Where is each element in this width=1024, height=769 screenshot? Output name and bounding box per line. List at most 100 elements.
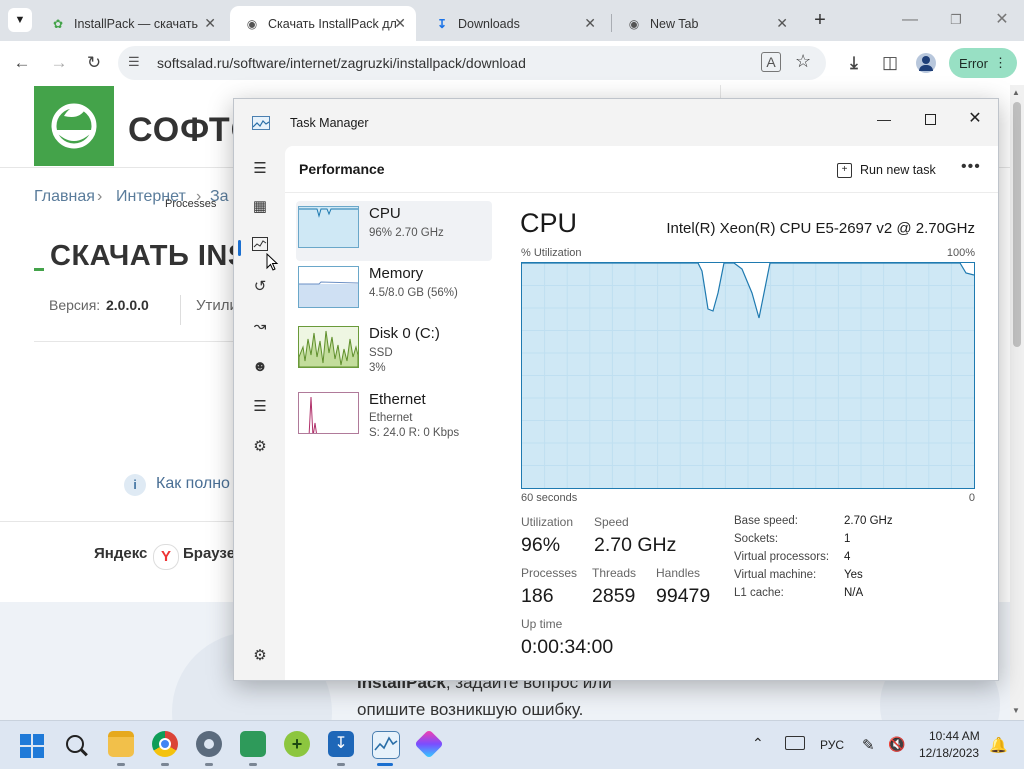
tab-title: Downloads [458, 16, 520, 31]
tm-maximize-button[interactable] [916, 105, 944, 133]
colorful-app-icon[interactable] [414, 729, 444, 759]
clock-date[interactable]: 12/18/2023 [919, 746, 979, 760]
window-title: Task Manager [290, 116, 369, 130]
settings-gear-icon[interactable]: ⚙ [250, 646, 270, 666]
sidebar-item-detail: 96% 2.70 GHz [369, 227, 444, 239]
run-new-task-label: Run new task [860, 163, 936, 177]
tab-close-icon[interactable]: ✕ [776, 15, 788, 32]
mouse-cursor-icon [266, 252, 280, 278]
search-icon[interactable] [64, 733, 90, 759]
uptime-label: Up time [521, 617, 563, 631]
app-active-indicator [377, 763, 393, 766]
network-disconnected-icon[interactable] [785, 736, 805, 750]
run-new-task-button[interactable]: + Run new task [837, 158, 936, 182]
cpu-graph-svg [522, 262, 975, 488]
l1-cache-label: L1 cache: [734, 587, 784, 599]
chrome-icon: ◉ [628, 16, 640, 31]
processes-icon[interactable]: ▦ [250, 197, 270, 217]
tm-close-button[interactable]: ✕ [961, 105, 989, 133]
users-icon[interactable]: ☻ [250, 357, 270, 377]
sidebar-item-ethernet[interactable]: Ethernet Ethernet S: 24.0 R: 0 Kbps [296, 387, 492, 447]
hamburger-menu-icon[interactable]: ☰ [250, 159, 270, 179]
show-hidden-icons-chevron-icon[interactable]: ⌃ [752, 735, 764, 752]
new-tab-button[interactable]: + [808, 8, 832, 32]
app-history-icon[interactable]: ↺ [250, 277, 270, 297]
handles-label: Handles [656, 566, 701, 580]
graph-zero-label: 0 [968, 492, 975, 504]
task-manager-taskbar-icon[interactable] [372, 731, 400, 759]
tab-installpack[interactable]: ✿ InstallPack — скачать ✕ [36, 6, 226, 41]
sidebar-item-detail: SSD [369, 347, 393, 359]
virtual-processors-label: Virtual processors: [734, 551, 830, 563]
utilization-axis-label: % Utilization [521, 247, 582, 259]
close-window-button[interactable]: ✕ [990, 8, 1014, 32]
notification-bell-icon[interactable]: 🔔 [989, 736, 1008, 754]
scroll-down-icon[interactable]: ▼ [1012, 706, 1020, 715]
clock-time[interactable]: 10:44 AM [929, 729, 980, 743]
tab-close-icon[interactable]: ✕ [394, 15, 406, 32]
restore-window-button[interactable]: ❐ [944, 8, 968, 32]
base-speed-label: Base speed: [734, 515, 798, 527]
yandex-logo-icon: Y [153, 544, 179, 570]
side-panel-icon[interactable]: ◫ [878, 51, 902, 75]
settings-gear-icon[interactable] [196, 731, 222, 757]
more-options-icon[interactable]: ••• [961, 158, 981, 176]
minimize-window-button[interactable]: — [898, 8, 922, 32]
threads-label: Threads [592, 566, 637, 580]
tab-close-icon[interactable]: ✕ [204, 15, 216, 32]
back-arrow-icon[interactable]: ← [10, 51, 34, 75]
sidebar-item-disk[interactable]: Disk 0 (C:) SSD 3% [296, 321, 492, 381]
tm-minimize-button[interactable]: — [870, 105, 898, 133]
startup-apps-icon[interactable]: ↝ [250, 317, 270, 337]
volume-muted-icon[interactable]: 🔇 [888, 736, 905, 753]
cpu-model: Intel(R) Xeon(R) CPU E5-2697 v2 @ 2.70GH… [666, 220, 975, 237]
pen-input-icon[interactable]: ✎ [862, 736, 875, 754]
site-info-icon[interactable]: ☰ [128, 54, 140, 70]
task-manager-app-icon [252, 116, 270, 130]
address-bar[interactable]: ☰ softsalad.ru/software/internet/zagruzk… [118, 46, 826, 80]
tab-close-icon[interactable]: ✕ [584, 15, 596, 32]
scrollbar-thumb[interactable] [1013, 102, 1021, 347]
services-icon[interactable]: ⚙ [250, 437, 270, 457]
sidebar-item-cpu[interactable]: CPU 96% 2.70 GHz [296, 201, 492, 261]
installpack-icon[interactable]: + [284, 731, 310, 757]
translate-icon[interactable]: A [761, 52, 781, 72]
profile-error-label: Error [959, 55, 988, 71]
downloads-icon[interactable]: ⤓ [842, 51, 866, 75]
panel-title: Performance [299, 161, 385, 177]
file-explorer-icon[interactable] [108, 731, 134, 757]
tab-new-tab[interactable]: ◉ New Tab ✕ [612, 6, 798, 41]
sidebar-item-detail: Ethernet [369, 412, 413, 424]
download-manager-icon[interactable]: ↧ [328, 731, 354, 757]
sidebar-item-name: Ethernet [369, 391, 426, 408]
forward-arrow-icon[interactable]: → [47, 51, 71, 75]
sockets-value: 1 [844, 533, 851, 545]
start-windows-icon[interactable] [20, 734, 44, 758]
info-link[interactable]: Как полно [156, 475, 230, 493]
tab-download-page[interactable]: ◉ Скачать InstallPack дл ✕ [230, 6, 416, 41]
softsalad-favicon: ✿ [52, 16, 64, 31]
tab-downloads[interactable]: ↧ Downloads ✕ [420, 6, 606, 41]
site-logo[interactable] [34, 86, 114, 166]
chrome-icon[interactable] [152, 731, 178, 757]
scroll-up-icon[interactable]: ▲ [1012, 88, 1020, 97]
threads-value: 2859 [592, 585, 636, 607]
bookmark-star-icon[interactable]: ☆ [795, 51, 811, 72]
run-task-icon: + [837, 162, 852, 178]
profile-avatar-icon[interactable] [916, 53, 936, 73]
details-icon[interactable]: ☰ [250, 397, 270, 417]
profile-error-button[interactable]: Error ⋮ [949, 48, 1017, 78]
processes-value: 186 [521, 585, 554, 607]
virtual-processors-value: 4 [844, 551, 851, 563]
breadcrumb-home[interactable]: Главная [34, 188, 95, 206]
download-icon: ↧ [436, 16, 448, 31]
task-manager-window[interactable]: Task Manager — ✕ ☰ ▦ ↺ ↝ ☻ ☰ ⚙ ⚙ Perform… [233, 98, 999, 681]
reload-icon[interactable]: ↻ [82, 51, 106, 75]
sidebar-item-memory[interactable]: Memory 4.5/8.0 GB (56%) [296, 261, 492, 321]
installer-app-icon[interactable] [240, 731, 266, 757]
sidebar-item-name: CPU [369, 205, 401, 222]
yandex-browser-link[interactable]: Браузе [183, 545, 235, 562]
cpu-utilization-graph [521, 262, 975, 489]
tab-search-button[interactable]: ▼ [8, 8, 32, 32]
input-language-indicator[interactable]: РУС [820, 738, 844, 752]
